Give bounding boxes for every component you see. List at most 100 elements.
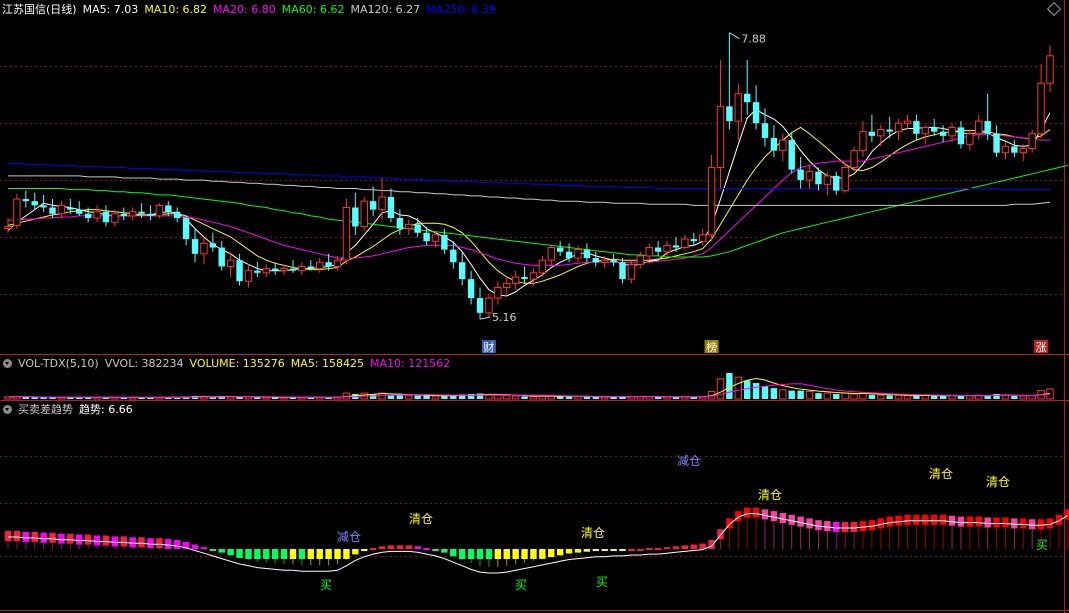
candle-body (1011, 146, 1018, 153)
candle-body (805, 171, 814, 181)
trend-bar (637, 549, 644, 551)
candle-body (797, 169, 804, 181)
candle-body (716, 105, 725, 168)
signal-label: 清仓 (758, 488, 782, 502)
candle-body (877, 129, 885, 137)
signal-label: 买 (596, 575, 608, 589)
candle-body (138, 211, 145, 214)
low-price-label: 5.16 (492, 311, 517, 324)
candle-body (681, 238, 689, 249)
candle-body (128, 211, 137, 217)
candle-body (378, 196, 386, 211)
candle-body (191, 239, 199, 254)
signal-label: 买 (515, 578, 527, 592)
candle-body (405, 223, 413, 230)
volume-bar (254, 397, 261, 399)
candle-body (957, 127, 965, 145)
candle-body (414, 224, 421, 233)
volume-bar (797, 390, 804, 399)
volume-bar (592, 396, 600, 399)
volume-bar (556, 396, 564, 399)
event-marker: 榜 (706, 340, 717, 354)
low-pointer (479, 316, 491, 320)
candle-body (726, 106, 733, 122)
high-pointer (729, 32, 740, 40)
volume-bar (262, 396, 270, 400)
candle-body (1046, 55, 1054, 84)
volume-bar (521, 396, 528, 399)
candle-body (859, 131, 867, 152)
volume-bar (716, 378, 725, 400)
candle-body (663, 244, 671, 253)
volume-bar (894, 394, 903, 400)
signal-label: 清仓 (581, 526, 605, 540)
candle-body (200, 242, 208, 255)
candle-body (823, 175, 832, 185)
volume-bar (877, 394, 885, 400)
volume-bar (431, 395, 440, 400)
candle-body (1001, 145, 1010, 154)
volume-bar (423, 395, 430, 399)
candle-body (788, 140, 795, 170)
candle-body (574, 249, 582, 259)
volume-bar (529, 395, 538, 400)
volume-bar (1028, 395, 1036, 400)
high-price-label: 7.88 (741, 33, 766, 46)
candle-body (931, 127, 938, 132)
volume-bar (743, 380, 751, 399)
candle-body (993, 133, 1000, 153)
candle-body (307, 266, 315, 269)
candle-body (316, 261, 324, 270)
candle-body (913, 121, 920, 134)
candle-body (226, 259, 235, 267)
volume-bar (850, 393, 858, 400)
candle-body (521, 277, 528, 280)
candle-body (111, 213, 119, 223)
volume-bar (841, 392, 849, 400)
volume-bar (957, 395, 965, 399)
volume-bar (600, 396, 609, 400)
volume-bar (405, 395, 413, 400)
candle-body (672, 245, 680, 248)
candle-body (387, 196, 395, 219)
volume-bar (788, 390, 795, 399)
candle-body (815, 171, 822, 185)
candle-body (743, 93, 751, 103)
candle-body (236, 260, 243, 282)
candle-body (503, 282, 511, 289)
ma-line-ma20 (8, 134, 1050, 266)
candle-body (289, 268, 297, 271)
candle-body (538, 259, 547, 274)
candle-body (841, 166, 849, 192)
candle-body (57, 204, 66, 215)
candle-body (654, 247, 662, 252)
candle-body (31, 201, 38, 206)
candle-body (770, 137, 778, 151)
volume-bar (761, 386, 769, 399)
candle-body (22, 199, 30, 202)
candle-body (13, 198, 21, 226)
candle-body (396, 218, 404, 229)
candle-body (262, 268, 270, 274)
stock-chart[interactable]: 7.885.16财榜涨减仓清仓买清仓买减仓清仓买清仓清仓买 (0, 0, 1069, 613)
candle-body (40, 205, 47, 208)
volume-bar (503, 395, 511, 400)
volume-bar (511, 395, 520, 400)
candle-body (610, 260, 617, 263)
candle-body (886, 129, 893, 132)
candle-body (494, 287, 502, 299)
candle-body (690, 239, 697, 242)
volume-bar (868, 394, 876, 399)
signal-label: 清仓 (929, 467, 953, 481)
candle-body (984, 121, 991, 134)
volume-ma10 (7, 383, 1051, 398)
volume-bar (369, 394, 377, 399)
volume-bar (396, 395, 404, 399)
volume-bar (921, 395, 930, 400)
volume-bar (948, 395, 956, 400)
candle-body (698, 234, 707, 242)
volume-bar (574, 395, 582, 400)
candle-body (165, 205, 172, 212)
candle-body (921, 126, 930, 135)
signal-label: 减仓 (677, 454, 701, 468)
